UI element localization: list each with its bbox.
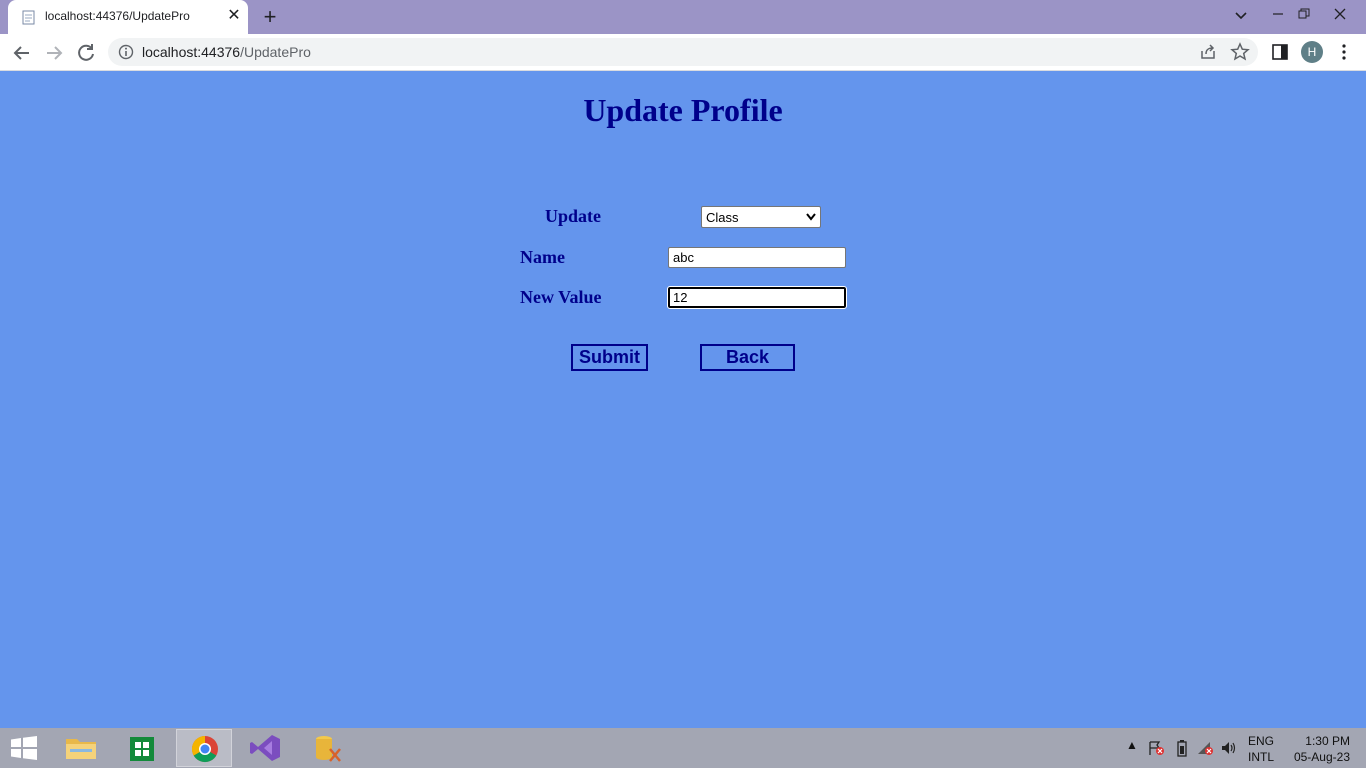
clock-time: 1:30 PM bbox=[1305, 734, 1350, 748]
chrome-app[interactable] bbox=[176, 729, 232, 767]
url-path: /UpdatePro bbox=[240, 44, 311, 60]
tab-title: localhost:44376/UpdatePro bbox=[45, 9, 190, 23]
database-icon bbox=[316, 736, 341, 762]
tab-search-icon[interactable] bbox=[1226, 0, 1256, 32]
browser-tab[interactable]: localhost:44376/UpdatePro ✕ bbox=[8, 0, 248, 34]
visual-studio-icon bbox=[250, 735, 280, 761]
profile-avatar[interactable]: H bbox=[1301, 41, 1323, 63]
close-tab-icon[interactable]: ✕ bbox=[225, 7, 243, 25]
update-select-value: Class bbox=[706, 210, 739, 225]
new-value-label: New Value bbox=[520, 287, 602, 307]
submit-button[interactable]: Submit bbox=[571, 344, 648, 371]
back-button[interactable]: Back bbox=[700, 344, 795, 371]
input-language[interactable]: ENG INTL bbox=[1248, 733, 1274, 765]
browser-tab-strip: localhost:44376/UpdatePro ✕ + bbox=[0, 0, 1366, 34]
new-value-input[interactable]: 12 bbox=[667, 286, 847, 309]
restore-icon[interactable] bbox=[1289, 0, 1319, 32]
forward-arrow-icon[interactable] bbox=[41, 40, 67, 66]
volume-icon[interactable] bbox=[1220, 740, 1238, 756]
back-arrow-icon[interactable] bbox=[9, 40, 35, 66]
name-input[interactable]: abc bbox=[668, 247, 846, 268]
store-icon bbox=[130, 737, 154, 761]
database-tool-app[interactable] bbox=[300, 729, 356, 767]
chrome-icon bbox=[191, 735, 218, 763]
share-icon[interactable] bbox=[1198, 42, 1218, 62]
chevron-down-icon bbox=[806, 213, 816, 221]
visual-studio-app[interactable] bbox=[238, 729, 294, 767]
windows-start-icon[interactable] bbox=[10, 736, 38, 760]
close-window-icon[interactable] bbox=[1325, 0, 1355, 32]
address-bar[interactable]: localhost:44376/UpdatePro bbox=[108, 38, 1258, 66]
folder-icon bbox=[66, 739, 96, 759]
site-info-icon[interactable] bbox=[118, 44, 134, 60]
windows-taskbar: ▲ ENG INTL 1:30 PM 05-Aug-23 bbox=[0, 728, 1366, 768]
action-center-flag-icon[interactable] bbox=[1147, 740, 1165, 756]
file-explorer-app[interactable] bbox=[53, 729, 109, 767]
page-title: Update Profile bbox=[583, 92, 783, 128]
side-panel-icon[interactable] bbox=[1270, 42, 1290, 62]
keyboard-layout: INTL bbox=[1248, 750, 1275, 764]
store-app[interactable] bbox=[114, 729, 170, 767]
bookmark-star-icon[interactable] bbox=[1230, 42, 1250, 62]
language-code: ENG bbox=[1248, 734, 1275, 748]
url-text[interactable]: localhost:44376/UpdatePro bbox=[142, 44, 311, 60]
name-label: Name bbox=[520, 247, 565, 267]
new-tab-icon[interactable]: + bbox=[259, 6, 281, 28]
network-icon[interactable] bbox=[1196, 740, 1214, 756]
show-hidden-icons-icon[interactable]: ▲ bbox=[1126, 738, 1138, 752]
reload-icon[interactable] bbox=[73, 40, 99, 66]
browser-toolbar: localhost:44376/UpdatePro H bbox=[0, 34, 1366, 71]
battery-icon[interactable] bbox=[1176, 739, 1188, 757]
update-field-select[interactable]: Class bbox=[701, 206, 821, 228]
browser-menu-icon[interactable] bbox=[1334, 42, 1354, 62]
url-host: localhost:44376 bbox=[142, 44, 241, 60]
page-favicon-icon bbox=[22, 10, 35, 25]
clock-date: 05-Aug-23 bbox=[1293, 750, 1350, 764]
system-clock[interactable]: 1:30 PM 05-Aug-23 bbox=[1290, 733, 1350, 765]
update-label: Update bbox=[545, 206, 602, 226]
